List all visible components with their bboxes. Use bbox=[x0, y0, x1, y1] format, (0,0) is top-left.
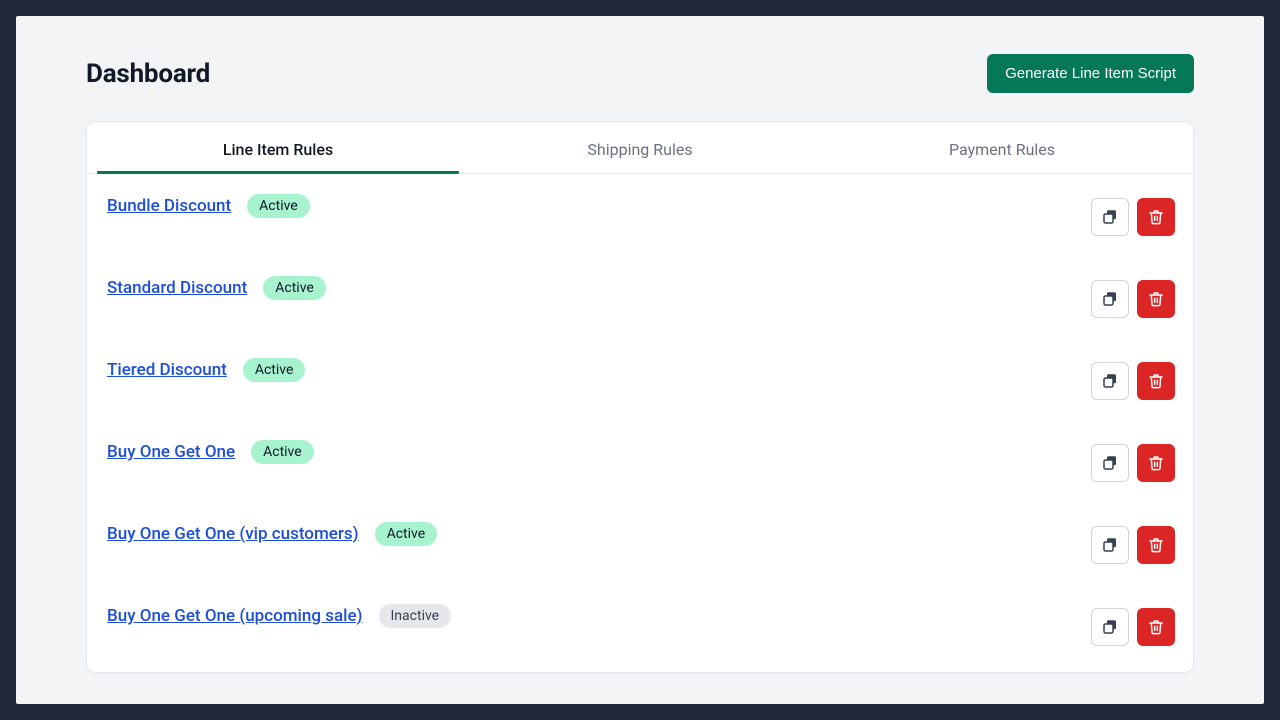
rule-row: Buy One Get One (upcoming sale) Inactive bbox=[87, 584, 1193, 666]
rule-actions bbox=[1091, 604, 1175, 646]
rule-row: Tiered Discount Active bbox=[87, 338, 1193, 420]
rule-actions bbox=[1091, 358, 1175, 400]
trash-icon bbox=[1148, 537, 1164, 553]
tabs: Line Item Rules Shipping Rules Payment Rul… bbox=[87, 122, 1193, 174]
rule-left: Buy One Get One Active bbox=[107, 440, 314, 464]
tab-label: Shipping Rules bbox=[587, 140, 692, 159]
rule-left: Standard Discount Active bbox=[107, 276, 326, 300]
rules-list: Bundle Discount Active Standard Discount Ac… bbox=[87, 174, 1193, 672]
rule-actions bbox=[1091, 194, 1175, 236]
rule-name-link[interactable]: Buy One Get One bbox=[107, 442, 235, 462]
delete-button[interactable] bbox=[1137, 198, 1175, 236]
status-badge: Active bbox=[243, 358, 306, 382]
delete-button[interactable] bbox=[1137, 444, 1175, 482]
rule-actions bbox=[1091, 440, 1175, 482]
status-badge: Active bbox=[247, 194, 310, 218]
generate-script-button[interactable]: Generate Line Item Script bbox=[987, 54, 1194, 93]
rule-name-link[interactable]: Bundle Discount bbox=[107, 196, 231, 216]
rule-actions bbox=[1091, 522, 1175, 564]
duplicate-button[interactable] bbox=[1091, 198, 1129, 236]
delete-button[interactable] bbox=[1137, 280, 1175, 318]
delete-button[interactable] bbox=[1137, 362, 1175, 400]
status-badge: Inactive bbox=[379, 604, 452, 628]
rule-row: Bundle Discount Active bbox=[87, 174, 1193, 256]
rule-name-link[interactable]: Buy One Get One (upcoming sale) bbox=[107, 606, 363, 626]
tab-payment-rules[interactable]: Payment Rules bbox=[821, 122, 1183, 173]
rule-name-link[interactable]: Standard Discount bbox=[107, 278, 247, 298]
status-badge: Active bbox=[375, 522, 438, 546]
status-badge: Active bbox=[263, 276, 326, 300]
copy-icon bbox=[1101, 208, 1119, 226]
rule-row: Standard Discount Active bbox=[87, 256, 1193, 338]
delete-button[interactable] bbox=[1137, 608, 1175, 646]
status-badge: Active bbox=[251, 440, 314, 464]
rule-row: Buy One Get One Active bbox=[87, 420, 1193, 502]
tab-label: Payment Rules bbox=[949, 140, 1055, 159]
copy-icon bbox=[1101, 372, 1119, 390]
duplicate-button[interactable] bbox=[1091, 280, 1129, 318]
trash-icon bbox=[1148, 291, 1164, 307]
tab-label: Line Item Rules bbox=[223, 140, 333, 159]
trash-icon bbox=[1148, 209, 1164, 225]
tab-shipping-rules[interactable]: Shipping Rules bbox=[459, 122, 821, 173]
rule-name-link[interactable]: Buy One Get One (vip customers) bbox=[107, 524, 359, 544]
trash-icon bbox=[1148, 619, 1164, 635]
rule-left: Bundle Discount Active bbox=[107, 194, 310, 218]
copy-icon bbox=[1101, 290, 1119, 308]
duplicate-button[interactable] bbox=[1091, 362, 1129, 400]
rule-left: Tiered Discount Active bbox=[107, 358, 305, 382]
tab-line-item-rules[interactable]: Line Item Rules bbox=[97, 122, 459, 173]
page-title: Dashboard bbox=[86, 59, 210, 89]
delete-button[interactable] bbox=[1137, 526, 1175, 564]
rule-name-link[interactable]: Tiered Discount bbox=[107, 360, 227, 380]
rule-row: Buy One Get One (vip customers) Active bbox=[87, 502, 1193, 584]
copy-icon bbox=[1101, 454, 1119, 472]
trash-icon bbox=[1148, 455, 1164, 471]
duplicate-button[interactable] bbox=[1091, 608, 1129, 646]
rule-actions bbox=[1091, 276, 1175, 318]
copy-icon bbox=[1101, 536, 1119, 554]
copy-icon bbox=[1101, 618, 1119, 636]
duplicate-button[interactable] bbox=[1091, 526, 1129, 564]
rules-card: Line Item Rules Shipping Rules Payment Rul… bbox=[86, 121, 1194, 673]
page-header: Dashboard Generate Line Item Script bbox=[86, 54, 1194, 93]
trash-icon bbox=[1148, 373, 1164, 389]
rule-left: Buy One Get One (vip customers) Active bbox=[107, 522, 437, 546]
duplicate-button[interactable] bbox=[1091, 444, 1129, 482]
rule-left: Buy One Get One (upcoming sale) Inactive bbox=[107, 604, 451, 628]
